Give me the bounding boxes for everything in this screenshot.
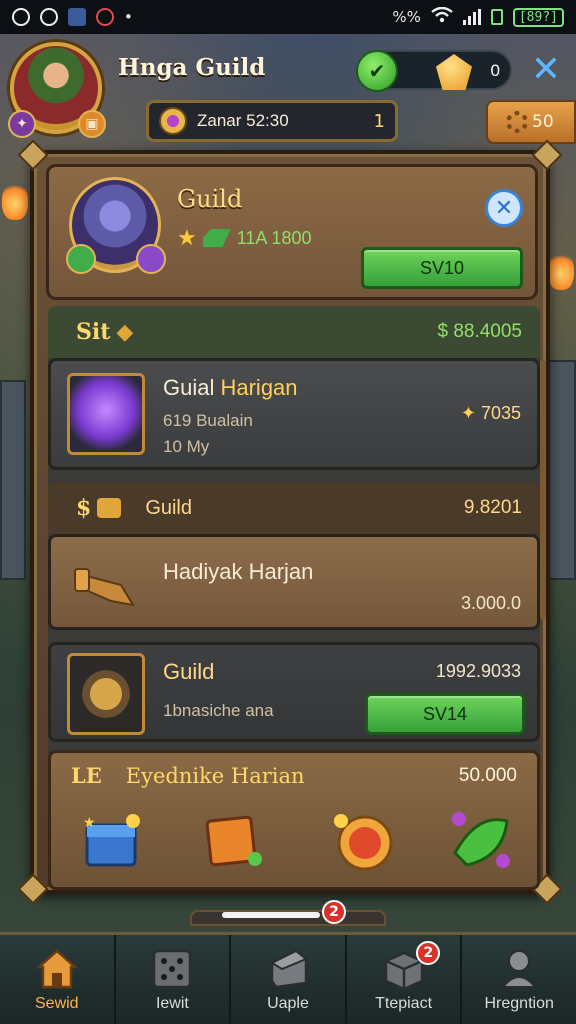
battery-indicator: [89?]	[512, 7, 564, 27]
guild-list: Sit ◆ $ 88.4005 Guial Harigan 619 Bualain…	[48, 306, 546, 890]
app-notif-icon	[96, 8, 114, 26]
tab-chest[interactable]: Uaple	[231, 935, 347, 1024]
spiked-mace-icon	[67, 653, 145, 735]
item1-title-a: Guial	[163, 375, 215, 400]
section1-label: Sit	[76, 319, 111, 345]
green-badge-icon	[66, 244, 96, 274]
arrow-tag-icon: ◆	[116, 319, 134, 345]
player-avatar[interactable]: ✦ ▣	[8, 42, 106, 138]
sim-icon	[490, 9, 503, 25]
list-item-3[interactable]: Guild 1bnasiche ana 1992.9033 SV14	[48, 642, 540, 742]
top-header: ✦ ▣ Hnga Guild ✔ 0 ✕ Zanar 52:30 1 50	[0, 36, 576, 148]
reward-label-left: LE	[71, 763, 102, 788]
profile-icon	[501, 950, 538, 988]
side-resource[interactable]: 50	[486, 100, 576, 144]
bronze-horn-icon	[71, 555, 147, 615]
item1-value: ✦ 7035	[461, 403, 521, 424]
list-item-2[interactable]: Hadiyak Harjan 3.000.0	[48, 534, 540, 630]
sync-icon	[40, 8, 58, 26]
reward-label-main: Eyednike Harian	[125, 763, 305, 788]
list-item-1[interactable]: Guial Harigan 619 Bualain 10 My ✦ 7035	[48, 358, 540, 470]
tab-label: Sewid	[35, 995, 79, 1012]
wifi-icon	[431, 6, 453, 27]
gear-icon	[506, 111, 528, 133]
reward-blue-chest[interactable]: ★	[77, 807, 147, 873]
ticket-icon	[97, 498, 122, 518]
currency-display: ✔ 0	[356, 50, 512, 92]
guild-emblem[interactable]	[66, 177, 166, 274]
guild-stats: ★ 11A 1800	[177, 225, 311, 251]
guild-stats-value: 11A 1800	[236, 227, 312, 248]
gem-icon	[436, 54, 472, 90]
side-resource-value: 50	[532, 112, 554, 132]
close-circle-button[interactable]: ✕	[485, 189, 523, 227]
purple-crystal-icon	[67, 373, 145, 455]
item3-action-button[interactable]: SV14	[365, 693, 525, 735]
tab-crate[interactable]: Ttepiact 2	[347, 935, 463, 1024]
guild-card: Guild ★ 11A 1800 ✕ SV10	[46, 164, 538, 300]
dollar-icon: $	[76, 495, 92, 521]
coin-icon	[159, 107, 187, 135]
clock-icon	[12, 8, 30, 26]
tab-profile[interactable]: Hregntion	[462, 935, 576, 1024]
spark-icon: ✦	[460, 403, 476, 423]
section1-value: $ 88.4005	[437, 321, 522, 342]
section-header-2: $ Guild 9.8201	[48, 482, 540, 534]
reward-green-gem[interactable]	[447, 807, 517, 873]
shield-badge-icon: ▣	[78, 110, 106, 138]
gem-value: 0	[490, 61, 500, 80]
item1-title-b: Harigan	[220, 375, 298, 400]
reward-orange-box[interactable]	[197, 807, 267, 873]
reward-gold-coin[interactable]	[329, 807, 399, 873]
tab-label: Hregntion	[484, 995, 554, 1012]
guild-panel: Guild ★ 11A 1800 ✕ SV10 Sit ◆ $ 88.4005 G…	[17, 139, 563, 905]
house-icon	[35, 949, 79, 989]
item2-value: 3.000.0	[460, 593, 521, 613]
close-button[interactable]: ✕	[526, 50, 566, 90]
tab-label: Ttepiact	[375, 995, 433, 1012]
tab-label: Iewit	[155, 995, 189, 1012]
image-notif-icon	[68, 8, 86, 26]
home-indicator[interactable]	[222, 912, 320, 918]
add-friend-button[interactable]: ✔	[356, 50, 398, 92]
gem-cube-icon	[202, 229, 231, 247]
bottom-nav: Sewid Iewit Uaple Ttepiact 2 Hregntion	[0, 932, 576, 1024]
signal-text: %%	[392, 8, 421, 26]
tab-label: Uaple	[267, 995, 309, 1012]
cell-signal-icon	[462, 9, 481, 25]
rank-badge-icon: ✦	[8, 110, 36, 138]
reward-value: 50.000	[458, 765, 517, 786]
tab-dice[interactable]: Iewit	[116, 935, 232, 1024]
item1-sub1: 619 Bualain	[163, 411, 253, 430]
resource-label: Zanar 52:30	[197, 111, 289, 130]
svg-text:★: ★	[83, 815, 96, 831]
tab-notification-badge: 2	[416, 941, 441, 965]
page-title: Hnga Guild	[118, 54, 266, 81]
notification-badge: 2	[322, 900, 346, 924]
scrollbar[interactable]	[540, 360, 546, 620]
chest-icon	[269, 949, 308, 989]
purple-badge-icon	[136, 244, 166, 274]
item1-value-text: 7035	[480, 403, 521, 423]
resource-bar[interactable]: Zanar 52:30 1	[146, 100, 398, 142]
more-dots-icon: •	[124, 8, 133, 26]
status-bar: • %% [89?]	[0, 0, 576, 34]
daily-reward-strip: LE Eyednike Harian 50.000 ★	[48, 750, 540, 890]
guild-title: Guild	[177, 185, 243, 213]
item1-sub2: 10 My	[163, 437, 210, 456]
section2-value: 9.8201	[463, 497, 522, 518]
star-icon: ★	[177, 225, 197, 250]
item2-title: Hadiyak Harjan	[163, 559, 314, 584]
item3-value: 1992.9033	[435, 661, 521, 681]
guild-action-button[interactable]: SV10	[361, 247, 523, 289]
item3-sub: 1bnasiche ana	[163, 701, 274, 720]
resource-count: 1	[373, 110, 385, 132]
dice-icon	[153, 949, 192, 989]
section-header-1: Sit ◆ $ 88.4005	[48, 306, 540, 358]
section2-label: Guild	[145, 496, 193, 519]
item3-title: Guild	[163, 659, 215, 684]
tab-home[interactable]: Sewid	[0, 935, 116, 1024]
